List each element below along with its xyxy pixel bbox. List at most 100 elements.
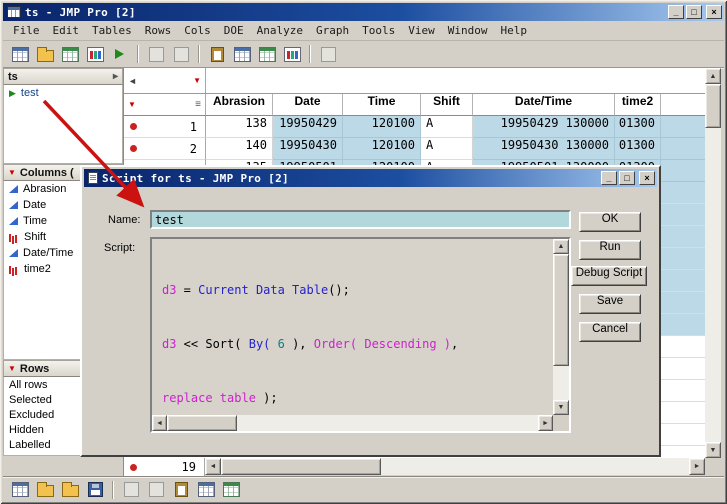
column-header-date[interactable]: Date: [273, 94, 343, 116]
scroll-up-icon[interactable]: ▲: [553, 239, 569, 254]
scroll-left-icon[interactable]: ◄: [205, 458, 221, 475]
column-item-label[interactable]: time2: [24, 263, 51, 275]
new-data-table-icon[interactable]: [8, 43, 32, 65]
minimize-button[interactable]: _: [668, 5, 684, 19]
menu-doe[interactable]: DOE: [219, 22, 249, 39]
row-number[interactable]: 19: [182, 460, 196, 474]
menu-tables[interactable]: Tables: [87, 22, 137, 39]
new-rows-icon[interactable]: [230, 43, 254, 65]
dialog-title-bar[interactable]: Script for ts - JMP Pro [2] _ □ ×: [84, 169, 657, 187]
cell-datetime[interactable]: 19950429 130000: [473, 116, 615, 138]
paste-icon[interactable]: [169, 479, 193, 501]
paste-icon[interactable]: [205, 43, 229, 65]
cell-filler[interactable]: [661, 160, 705, 182]
red-triangle-icon[interactable]: ▼: [8, 169, 16, 177]
table-panel-header[interactable]: ts ▸: [3, 68, 123, 85]
dialog-maximize-button[interactable]: □: [619, 171, 635, 185]
script-code[interactable]: d3 = Current Data Table(); d3 << Sort( B…: [154, 241, 551, 413]
cell-time2[interactable]: 01300: [615, 138, 661, 160]
vertical-scrollbar[interactable]: ▲ ▼: [705, 68, 721, 458]
grid-corner[interactable]: ◄ ▼: [124, 68, 206, 93]
scroll-down-icon[interactable]: ▼: [705, 442, 721, 458]
cut-icon[interactable]: [119, 479, 143, 501]
script-vertical-scrollbar[interactable]: ▲ ▼: [553, 239, 569, 415]
run-script-icon[interactable]: [108, 43, 132, 65]
script-item-test[interactable]: ▶ test: [4, 85, 122, 101]
column-item-label[interactable]: Date/Time: [23, 247, 73, 259]
column-item-label[interactable]: Abrasion: [23, 183, 66, 195]
name-input[interactable]: [150, 210, 571, 229]
cell-date[interactable]: 19950429: [273, 116, 343, 138]
scroll-right-icon[interactable]: ►: [538, 415, 553, 431]
open-icon[interactable]: [33, 479, 57, 501]
open-journal-icon[interactable]: [58, 479, 82, 501]
menu-graph[interactable]: Graph: [311, 22, 354, 39]
cell-abrasion[interactable]: 140: [206, 138, 273, 160]
menu-help[interactable]: Help: [495, 22, 532, 39]
red-triangle-icon[interactable]: ▼: [193, 77, 201, 85]
menu-cols[interactable]: Cols: [179, 22, 216, 39]
vertical-scrollbar-thumb[interactable]: [705, 84, 721, 128]
debug-script-button[interactable]: Debug Script: [571, 266, 647, 286]
table-row[interactable]: 1 138 19950429 120100 A 19950429 130000 …: [124, 116, 705, 138]
row-number[interactable]: 2: [190, 142, 197, 156]
horizontal-scrollbar-thumb[interactable]: [221, 458, 381, 475]
rowstate-cell[interactable]: 1: [124, 116, 206, 138]
script-item-label[interactable]: test: [21, 87, 39, 99]
cancel-button[interactable]: Cancel: [579, 322, 641, 342]
script-horizontal-scrollbar[interactable]: ◄ ►: [152, 415, 553, 431]
save-icon[interactable]: [83, 479, 107, 501]
dialog-close-button[interactable]: ×: [639, 171, 655, 185]
split-table-icon[interactable]: [255, 43, 279, 65]
column-item-label[interactable]: Time: [23, 215, 47, 227]
script-window-icon[interactable]: [219, 479, 243, 501]
column-header-time[interactable]: Time: [343, 94, 421, 116]
menu-rows[interactable]: Rows: [140, 22, 177, 39]
cell-time[interactable]: 120100: [343, 116, 421, 138]
cell-abrasion[interactable]: 138: [206, 116, 273, 138]
row-number[interactable]: 1: [190, 120, 197, 134]
cell-filler[interactable]: [661, 138, 705, 160]
ok-button[interactable]: OK: [579, 212, 641, 232]
red-triangle-icon[interactable]: ▼: [8, 365, 16, 373]
maximize-button[interactable]: □: [686, 5, 702, 19]
run-script-play-icon[interactable]: ▶: [9, 88, 16, 99]
column-item-label[interactable]: Shift: [24, 231, 46, 243]
menu-view[interactable]: View: [403, 22, 440, 39]
scroll-up-icon[interactable]: ▲: [705, 68, 721, 84]
dialog-minimize-button[interactable]: _: [601, 171, 617, 185]
cell-datetime[interactable]: 19950430 130000: [473, 138, 615, 160]
script-hscroll-thumb[interactable]: [167, 415, 237, 431]
menu-window[interactable]: Window: [443, 22, 493, 39]
run-button[interactable]: Run: [579, 240, 641, 260]
data-table-icon[interactable]: [194, 479, 218, 501]
title-bar[interactable]: ts - JMP Pro [2] _ □ ×: [3, 3, 724, 21]
cell-date[interactable]: 19950430: [273, 138, 343, 160]
save-button[interactable]: Save: [579, 294, 641, 314]
menu-tools[interactable]: Tools: [357, 22, 400, 39]
cell-time2[interactable]: 01300: [615, 116, 661, 138]
dock-arrow-icon[interactable]: ▸: [113, 71, 118, 82]
menu-file[interactable]: File: [8, 22, 45, 39]
cell-shift[interactable]: A: [421, 116, 473, 138]
table-row-19[interactable]: 19: [123, 458, 205, 476]
script-vscroll-thumb[interactable]: [553, 254, 569, 366]
column-header-shift[interactable]: Shift: [421, 94, 473, 116]
scroll-left-icon[interactable]: ◄: [152, 415, 167, 431]
copy-icon[interactable]: [144, 479, 168, 501]
cell-shift[interactable]: A: [421, 138, 473, 160]
new-data-table-icon[interactable]: [8, 479, 32, 501]
chart-icon[interactable]: [83, 43, 107, 65]
column-header-abrasion[interactable]: Abrasion: [206, 94, 273, 116]
table-row[interactable]: 2 140 19950430 120100 A 19950430 130000 …: [124, 138, 705, 160]
cell-filler[interactable]: [661, 116, 705, 138]
column-item-label[interactable]: Date: [23, 199, 46, 211]
rowstate-header[interactable]: ▼ ≡: [124, 94, 206, 116]
open-data-table-icon[interactable]: [33, 43, 57, 65]
scroll-down-icon[interactable]: ▼: [553, 400, 569, 415]
column-header-time2[interactable]: time2: [615, 94, 661, 116]
script-editor[interactable]: d3 = Current Data Table(); d3 << Sort( B…: [150, 237, 571, 433]
close-button[interactable]: ×: [706, 5, 722, 19]
data-grid-icon[interactable]: [58, 43, 82, 65]
cell-time[interactable]: 120100: [343, 138, 421, 160]
